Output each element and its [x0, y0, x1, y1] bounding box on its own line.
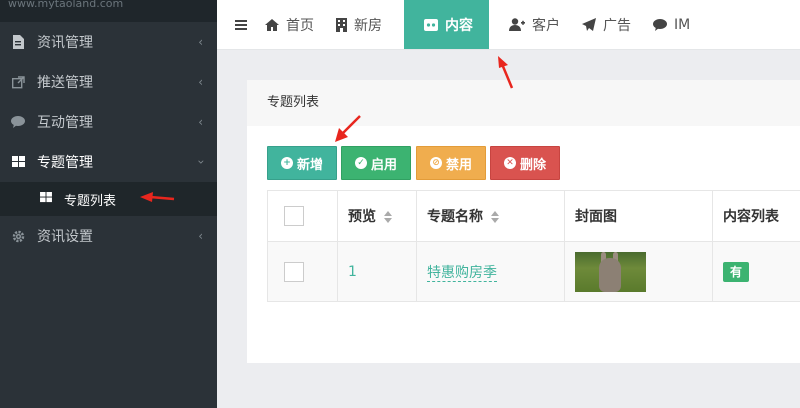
- building-icon: [336, 17, 347, 32]
- tab-customer[interactable]: 客户: [509, 0, 582, 49]
- enable-button-label: 启用: [370, 157, 397, 173]
- tab-label: 客户: [532, 17, 560, 34]
- user-plus-icon: [509, 18, 525, 31]
- column-header-cover: 封面图: [564, 190, 713, 242]
- topic-name-link[interactable]: 特惠购房季: [427, 264, 497, 282]
- sidebar-item-label: 资讯设置: [37, 229, 93, 245]
- panel-title: 专题列表: [247, 80, 800, 126]
- chevron-left-icon: ‹: [198, 229, 203, 243]
- sidebar-item-news[interactable]: 资讯管理 ‹: [0, 22, 217, 62]
- annotation-arrow-sublist: [140, 192, 175, 202]
- cover-cell: [564, 241, 713, 302]
- ban-icon: ⊘: [429, 157, 442, 169]
- column-header-name[interactable]: 专题名称: [416, 190, 565, 242]
- tab-label: IM: [674, 16, 691, 33]
- row-checkbox[interactable]: [284, 261, 304, 282]
- tab-label: 内容: [445, 17, 473, 34]
- times-circle-icon: ✕: [503, 157, 516, 169]
- select-all-checkbox[interactable]: [284, 206, 304, 226]
- chevron-left-icon: ‹: [198, 35, 203, 49]
- sidebar-item-topics[interactable]: 专题管理 ‹: [0, 142, 217, 182]
- tab-im[interactable]: IM: [653, 0, 712, 49]
- sidebar-item-label: 专题管理: [37, 155, 93, 171]
- tab-label: 新房: [354, 17, 382, 34]
- check-circle-icon: ✓: [354, 157, 367, 169]
- annotation-arrow-add: [335, 115, 361, 142]
- sidebar-item-label: 互动管理: [37, 115, 93, 131]
- table-header-row: 预览 专题名称 封面图 内容列表: [267, 190, 800, 242]
- file-icon: [10, 34, 26, 50]
- comment-icon: [10, 114, 26, 130]
- disable-button[interactable]: ⊘ 禁用: [416, 146, 486, 180]
- sidebar-top-text: www.mytaoland.com: [0, 0, 217, 22]
- has-content-badge[interactable]: 有: [723, 261, 749, 282]
- add-button-label: 新增: [296, 157, 323, 173]
- tab-label: 首页: [286, 17, 314, 34]
- home-icon: [265, 18, 279, 31]
- chevron-left-icon: ‹: [198, 115, 203, 129]
- sidebar-subitem-topic-list[interactable]: 专题列表: [0, 182, 217, 216]
- tab-ads[interactable]: 广告: [582, 0, 653, 49]
- sort-icon[interactable]: [384, 211, 392, 223]
- plus-circle-icon: +: [280, 157, 293, 169]
- content-list-cell: 有: [712, 241, 800, 302]
- chevron-down-icon: ‹: [193, 159, 208, 165]
- enable-button[interactable]: ✓ 启用: [341, 146, 411, 180]
- chevron-left-icon: ‹: [198, 75, 203, 89]
- sidebar-item-settings[interactable]: 资讯设置 ‹: [0, 216, 217, 256]
- select-all-cell: [267, 190, 338, 242]
- delete-button[interactable]: ✕ 删除: [490, 146, 560, 180]
- table-row: 1 特惠购房季 有: [267, 241, 800, 302]
- tab-new-house[interactable]: 新房: [336, 0, 404, 49]
- add-button[interactable]: + 新增: [267, 146, 337, 180]
- delete-button-label: 删除: [519, 157, 546, 173]
- topic-table: 预览 专题名称 封面图 内容列表 1 特惠购房季 有: [267, 190, 800, 302]
- column-header-preview[interactable]: 预览: [337, 190, 417, 242]
- external-link-icon: [10, 74, 26, 90]
- name-cell: 特惠购房季: [416, 241, 565, 302]
- tab-home[interactable]: 首页: [265, 0, 336, 49]
- sort-icon[interactable]: [491, 211, 499, 223]
- sidebar-item-label: 资讯管理: [37, 35, 93, 51]
- sidebar-item-interaction[interactable]: 互动管理 ‹: [0, 102, 217, 142]
- grid-icon: [10, 154, 26, 170]
- chat-icon: [653, 18, 667, 31]
- sidebar-subitem-label: 专题列表: [64, 193, 117, 209]
- menu-toggle-icon[interactable]: [217, 0, 265, 49]
- column-header-content-list: 内容列表: [712, 190, 800, 242]
- sidebar: www.mytaoland.com 资讯管理 ‹ 推送管理 ‹ 互动管理 ‹ 专…: [0, 0, 217, 408]
- gear-icon: [10, 228, 26, 244]
- preview-cell: 1: [337, 241, 417, 302]
- tab-label: 广告: [603, 17, 631, 34]
- content-icon: [424, 18, 438, 31]
- annotation-arrow-tab: [498, 56, 514, 89]
- sidebar-item-label: 推送管理: [37, 75, 93, 91]
- grid-icon: [40, 192, 54, 206]
- cover-image: [575, 251, 646, 292]
- disable-button-label: 禁用: [445, 157, 472, 173]
- top-nav: 首页 新房 内容 客户 广告 IM: [217, 0, 800, 50]
- row-select-cell: [267, 241, 338, 302]
- preview-value[interactable]: 1: [348, 264, 357, 280]
- paper-plane-icon: [582, 18, 596, 31]
- tab-content[interactable]: 内容: [404, 0, 489, 49]
- sidebar-item-push[interactable]: 推送管理 ‹: [0, 62, 217, 102]
